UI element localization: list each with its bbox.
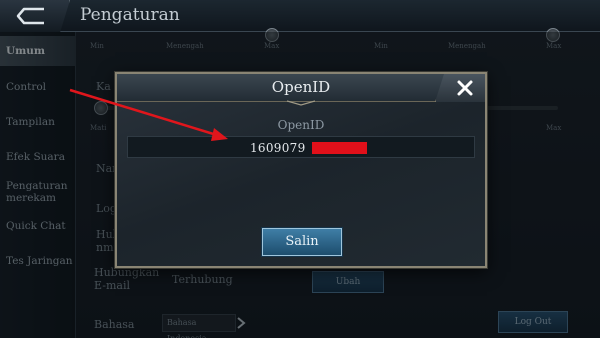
redaction-mark bbox=[312, 142, 367, 154]
dialog-header: OpenID bbox=[117, 74, 485, 102]
page-title: Pengaturan bbox=[80, 5, 180, 25]
top-bar: Pengaturan bbox=[0, 0, 600, 32]
copy-button[interactable]: Salin bbox=[262, 228, 342, 256]
dialog-title: OpenID bbox=[271, 78, 331, 96]
header-ornament-icon bbox=[287, 100, 315, 106]
close-icon bbox=[457, 80, 473, 96]
openid-dialog: OpenID OpenID 1609079 Salin bbox=[115, 72, 487, 268]
openid-field-label: OpenID bbox=[277, 118, 325, 132]
back-arrow-icon bbox=[16, 7, 44, 25]
openid-field: 1609079 bbox=[127, 136, 475, 158]
openid-value: 1609079 bbox=[250, 141, 306, 155]
back-button[interactable] bbox=[0, 0, 70, 32]
